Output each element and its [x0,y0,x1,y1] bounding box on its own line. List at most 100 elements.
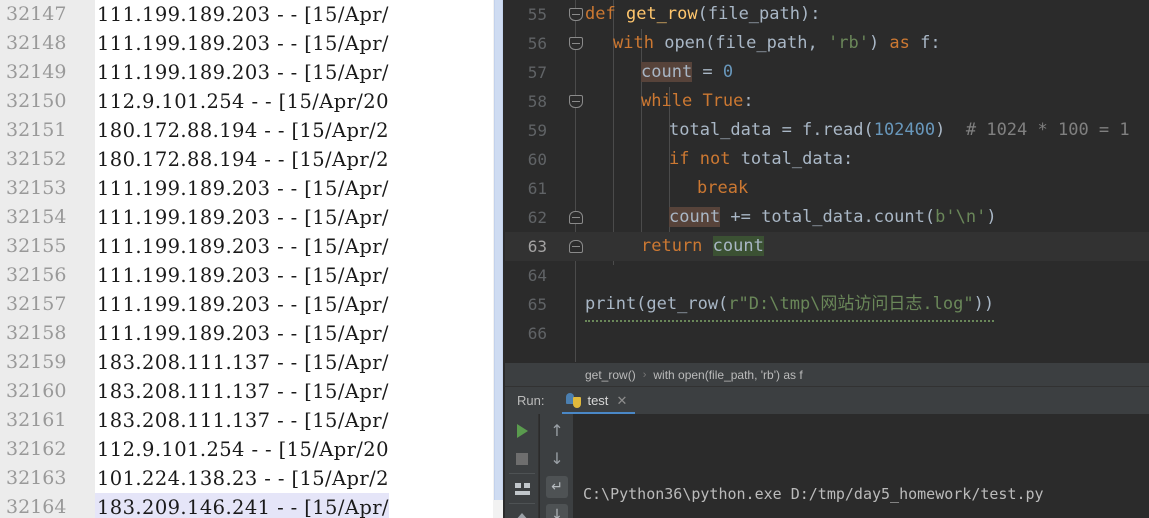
log-line-text: 180.172.88.194 - - [15/Apr/2 [97,119,389,142]
log-row[interactable]: 32163 101.224.138.23 - - [15/Apr/2 [0,464,504,493]
token-operator: += total_data.count( [720,207,936,227]
code-row[interactable]: 57 count = 0 [505,58,1149,87]
token-keyword: while [641,91,693,111]
next-occurrence-button[interactable]: ↓ [546,448,568,470]
log-rows-container: 32147 111.199.189.203 - - [15/Apr/ 32148… [0,0,504,518]
log-row[interactable]: 32159 183.208.111.137 - - [15/Apr/ [0,348,504,377]
log-line-number: 32151 [6,119,67,141]
code-row[interactable]: 58 while True: [505,87,1149,116]
fold-marker-icon[interactable] [569,211,583,224]
token-keyword: True [702,91,744,111]
log-line-number: 32164 [6,496,67,518]
code-line-text: return count [641,232,764,261]
token-keyword: not [699,149,731,169]
code-row[interactable]: 65 print(get_row(r"D:\tmp\网站访问日志.log")) [505,290,1149,322]
token-keyword: with [613,33,654,53]
token-string: b'\n' [935,207,987,227]
code-line-text: count = 0 [641,58,733,87]
code-line-text: total_data = f.read(102400) # 1024 * 100… [669,116,1130,145]
code-row[interactable]: 61 break [505,174,1149,203]
token-variable-highlight: count [641,62,693,82]
code-row[interactable]: 56 with open(file_path, 'rb') as f: [505,29,1149,58]
log-line-text: 111.199.189.203 - - [15/Apr/ [97,32,389,55]
log-row[interactable]: 32161 183.208.111.137 - - [15/Apr/ [0,406,504,435]
code-row[interactable]: 59 total_data = f.read(102400) # 1024 * … [505,116,1149,145]
log-line-number: 32158 [6,322,67,344]
log-line-number: 32161 [6,409,67,431]
fold-marker-icon[interactable] [569,95,583,108]
run-tab-label: test [587,393,609,408]
code-line-number: 56 [527,34,547,53]
arrow-down-icon: ↓ [550,449,564,468]
console-line: C:\Python36\python.exe D:/tmp/day5_homew… [583,485,1044,503]
code-row[interactable]: 55 def get_row(file_path): [505,0,1149,29]
log-line-text: 111.199.189.203 - - [15/Apr/ [97,3,389,26]
ide-window: 32147 111.199.189.203 - - [15/Apr/ 32148… [0,0,1149,518]
soft-wrap-button[interactable]: ↵ [546,476,568,498]
layout-button[interactable] [511,478,533,500]
token-plain: total_data: [730,149,854,169]
log-row[interactable]: 32157 111.199.189.203 - - [15/Apr/ [0,290,504,319]
token-plain: f: [909,33,941,53]
log-row[interactable]: 32158 111.199.189.203 - - [15/Apr/ [0,319,504,348]
code-line-number: 55 [527,5,547,24]
log-row[interactable]: 32162 112.9.101.254 - - [15/Apr/20 [0,435,504,464]
log-row[interactable]: 32155 111.199.189.203 - - [15/Apr/ [0,232,504,261]
code-line-number: 59 [527,121,547,140]
pin-button[interactable] [511,506,533,518]
fold-marker-icon[interactable] [569,8,583,21]
token-keyword: return [641,236,703,256]
stop-icon [516,453,528,465]
fold-marker-icon[interactable] [569,37,583,50]
code-row[interactable]: 64 [505,261,1149,290]
token-variable-highlight: count [712,236,764,256]
arrow-up-icon: ↑ [550,421,564,440]
scroll-to-end-button[interactable]: ↓ [546,504,568,518]
log-row[interactable]: 32153 111.199.189.203 - - [15/Apr/ [0,174,504,203]
token-plain: (file_path, [705,33,828,53]
log-line-text: 183.208.111.137 - - [15/Apr/ [97,351,389,374]
code-row[interactable]: 60 if not total_data: [505,145,1149,174]
log-row[interactable]: 32154 111.199.189.203 - - [15/Apr/ [0,203,504,232]
code-row[interactable]: 66 [505,319,1149,348]
code-line-number: 61 [527,179,547,198]
code-line-number: 64 [527,266,547,285]
log-line-number: 32154 [6,206,67,228]
code-line-text: count += total_data.count(b'\n') [669,203,997,232]
log-row[interactable]: 32149 111.199.189.203 - - [15/Apr/ [0,58,504,87]
editor-breadcrumb[interactable]: get_row() › with open(file_path, 'rb') a… [505,362,1149,386]
token-plain: )) [973,294,995,314]
log-row[interactable]: 32152 180.172.88.194 - - [15/Apr/2 [0,145,504,174]
python-code-editor[interactable]: 55 def get_row(file_path): 56 with open(… [505,0,1149,362]
log-scrollbar-thumb[interactable] [494,0,503,500]
breadcrumb-item-statement[interactable]: with open(file_path, 'rb') as f [653,368,802,382]
log-row[interactable]: 32151 180.172.88.194 - - [15/Apr/2 [0,116,504,145]
run-console-output[interactable]: C:\Python36\python.exe D:/tmp/day5_homew… [575,414,1149,518]
code-row-current[interactable]: 63 return count [505,232,1149,261]
stop-button[interactable] [511,448,533,470]
code-line-text: def get_row(file_path): [585,0,820,29]
close-icon[interactable]: ✕ [616,394,627,407]
log-line-number: 32152 [6,148,67,170]
access-log-viewer[interactable]: 32147 111.199.189.203 - - [15/Apr/ 32148… [0,0,504,518]
rerun-button[interactable] [511,420,533,442]
breadcrumb-item-function[interactable]: get_row() [585,368,636,382]
log-row-current[interactable]: 32164 183.209.146.241 - - [15/Apr/ [0,493,504,518]
log-row[interactable]: 32148 111.199.189.203 - - [15/Apr/ [0,29,504,58]
log-row[interactable]: 32156 111.199.189.203 - - [15/Apr/ [0,261,504,290]
pycharm-ide: 55 def get_row(file_path): 56 with open(… [505,0,1149,518]
log-row[interactable]: 32147 111.199.189.203 - - [15/Apr/ [0,0,504,29]
layout-icon [514,483,530,495]
prev-occurrence-button[interactable]: ↑ [546,420,568,442]
log-row[interactable]: 32160 183.208.111.137 - - [15/Apr/ [0,377,504,406]
code-line-number: 62 [527,208,547,227]
log-line-number: 32156 [6,264,67,286]
run-tab-test[interactable]: test ✕ [562,387,636,415]
code-line-text: while True: [641,87,754,116]
log-row[interactable]: 32150 112.9.101.254 - - [15/Apr/20 [0,87,504,116]
fold-marker-icon[interactable] [569,240,583,253]
code-line-text: with open(file_path, 'rb') as f: [613,33,941,53]
code-row[interactable]: 62 count += total_data.count(b'\n') [505,203,1149,232]
log-line-text: 112.9.101.254 - - [15/Apr/20 [97,90,389,113]
log-line-text: 111.199.189.203 - - [15/Apr/ [97,177,389,200]
